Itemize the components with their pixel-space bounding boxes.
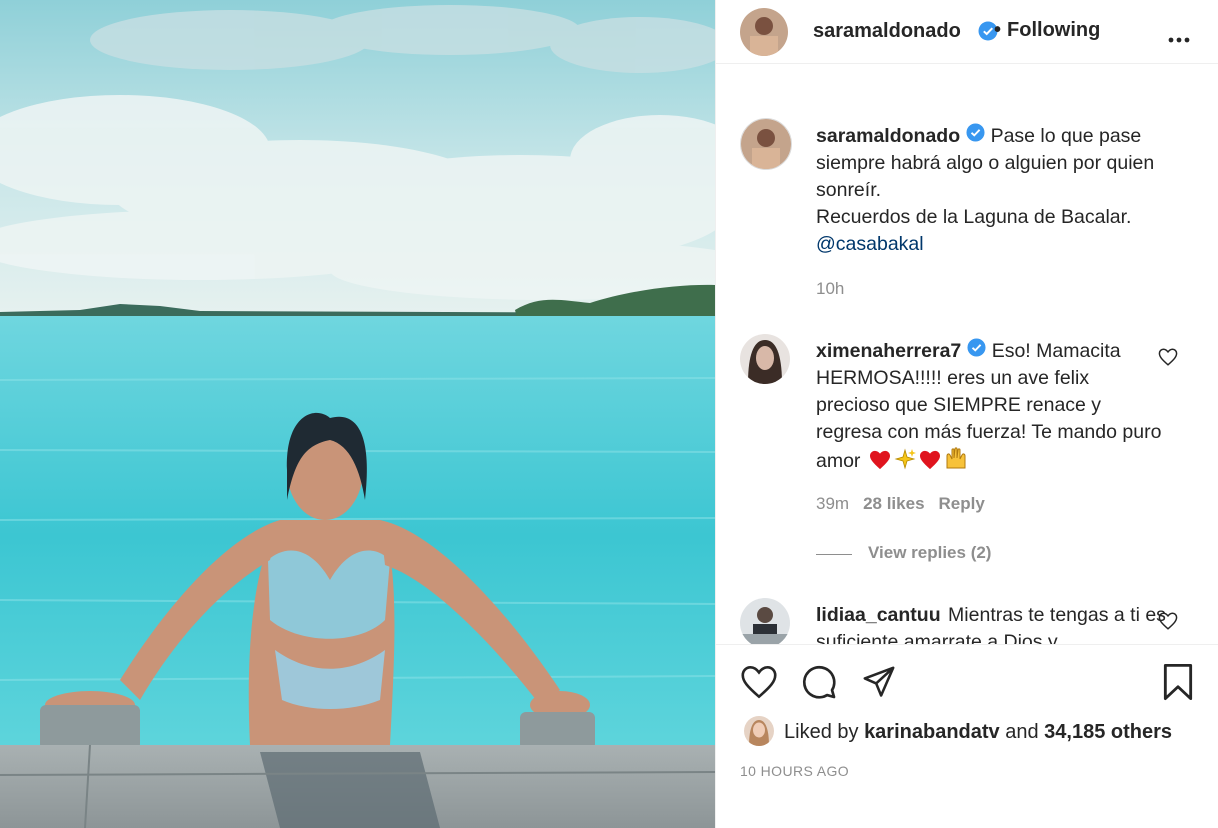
caption-text-block: saramaldonado Pase lo que pase siempre h… (816, 123, 1166, 258)
comment-text-block: ximenaherrera7 Eso! Mamacita HERMOSA!!!!… (816, 338, 1166, 478)
view-replies-button[interactable]: View replies (2) (868, 543, 991, 563)
lagoon-photo-illustration (0, 0, 715, 828)
follow-status-label: Following (1007, 19, 1101, 41)
caption: saramaldonado Pase lo que pase siempre h… (740, 118, 1200, 318)
comment-meta: 39m 28 likes Reply (816, 494, 985, 514)
author-avatar[interactable] (740, 118, 792, 170)
follow-status[interactable]: • Following (994, 19, 1100, 42)
red-heart-icon (869, 450, 891, 478)
likes-and: and (1005, 721, 1039, 743)
verified-badge-icon (966, 123, 985, 150)
likes-others-count[interactable]: 34,185 others (1044, 721, 1172, 743)
comment-time[interactable]: 39m (816, 494, 849, 513)
commenter-avatar[interactable] (740, 598, 790, 644)
reply-button[interactable]: Reply (939, 494, 985, 513)
bullet-separator: • (994, 19, 1002, 41)
author-username[interactable]: saramaldonado (813, 20, 961, 43)
comments-list[interactable]: saramaldonado Pase lo que pase siempre h… (716, 88, 1218, 644)
send-icon[interactable] (861, 665, 897, 704)
red-heart-icon (919, 450, 941, 478)
post-photo[interactable] (0, 0, 715, 828)
caption-mention-link[interactable]: @casabakal (816, 233, 924, 255)
author-avatar[interactable] (740, 8, 788, 56)
post-header: saramaldonado • Following (716, 0, 1218, 64)
bookmark-icon[interactable] (1162, 663, 1194, 706)
caption-text-line2: Recuerdos de la Laguna de Bacalar. (816, 206, 1132, 229)
sparkles-icon (894, 448, 916, 478)
heart-icon[interactable] (740, 665, 778, 704)
raising-hands-icon (944, 446, 968, 478)
instagram-post: saramaldonado • Following saramaldonado P… (0, 0, 1218, 828)
comment-item: ximenaherrera7 Eso! Mamacita HERMOSA!!!!… (740, 334, 1200, 564)
likes-prefix: Liked by (784, 721, 859, 743)
verified-badge-icon (967, 338, 986, 365)
more-options-icon[interactable] (1168, 30, 1190, 48)
comment-likes[interactable]: 28 likes (863, 494, 924, 513)
comment-like-heart-icon[interactable] (1158, 348, 1178, 371)
comment-like-heart-icon[interactable] (1158, 612, 1178, 635)
view-replies-line (816, 554, 852, 555)
comment-item: lidiaa_cantuu Mientras te tengas a ti es… (740, 598, 1200, 644)
likes-summary: Liked by karinabandatv and 34,185 others (784, 721, 1172, 744)
post-side-panel: saramaldonado • Following saramaldonado P… (715, 0, 1218, 828)
liker-username[interactable]: karinabandatv (864, 721, 1000, 743)
commenter-avatar[interactable] (740, 334, 790, 384)
post-timestamp[interactable]: 10 HOURS AGO (740, 763, 849, 779)
caption-time[interactable]: 10h (816, 279, 844, 299)
caption-username[interactable]: saramaldonado (816, 125, 960, 147)
commenter-username[interactable]: ximenaherrera7 (816, 340, 961, 362)
liker-avatar[interactable] (744, 716, 774, 746)
comment-text-block: lidiaa_cantuu Mientras te tengas a ti es… (816, 602, 1166, 644)
commenter-username[interactable]: lidiaa_cantuu (816, 604, 941, 626)
post-actions-section: Liked by karinabandatv and 34,185 others… (716, 644, 1218, 828)
comment-icon[interactable] (801, 664, 837, 705)
